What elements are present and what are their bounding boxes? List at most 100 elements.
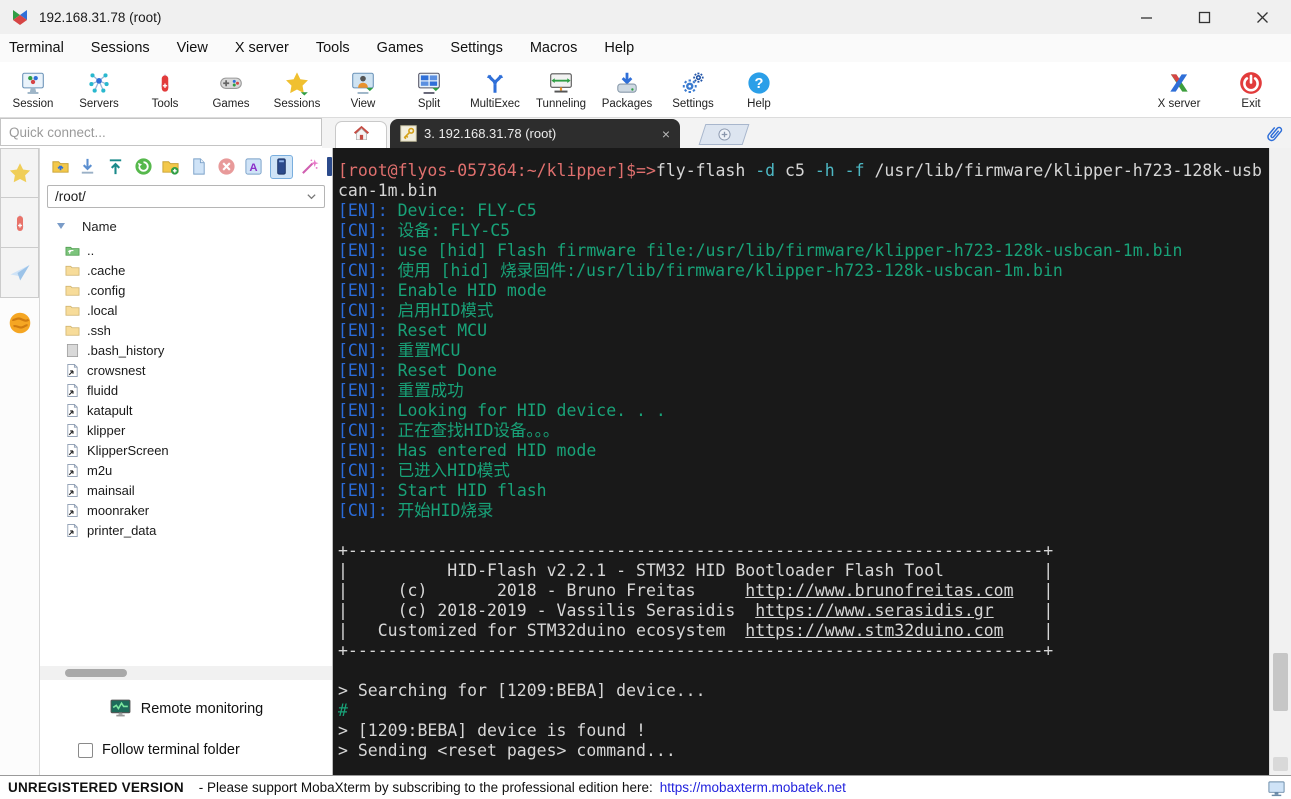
new-tab-button[interactable] (698, 124, 750, 145)
file-row[interactable]: .local (40, 300, 332, 320)
download-icon[interactable] (77, 155, 100, 179)
scrollbar-thumb[interactable] (65, 669, 127, 677)
file-row[interactable]: klipper (40, 420, 332, 440)
terminal-text: +---------------------------------------… (338, 541, 1054, 560)
file-name: .bash_history (87, 342, 165, 358)
strip-sessions-button[interactable] (0, 148, 39, 198)
file-row[interactable]: .cache (40, 260, 332, 280)
file-row[interactable]: .ssh (40, 320, 332, 340)
new-file-icon[interactable] (187, 155, 210, 179)
current-path: /root/ (55, 189, 86, 204)
file-row[interactable]: .config (40, 280, 332, 300)
menu-help[interactable]: Help (604, 40, 634, 56)
toolbar-multiexec-button[interactable]: MultiExec (462, 62, 528, 117)
refresh-icon[interactable] (132, 155, 155, 179)
toolbar-sessions-button[interactable]: Sessions (264, 62, 330, 117)
terminal-text: > Sending <reset pages> command... (338, 741, 676, 760)
remote-monitoring-button[interactable]: Remote monitoring (40, 697, 332, 720)
toolbar-servers-button[interactable]: Servers (66, 62, 132, 117)
tab-close-icon[interactable]: × (662, 127, 670, 141)
path-dropdown[interactable]: /root/ (47, 185, 325, 208)
terminal-line: [EN]: Enable HID mode (338, 281, 1269, 301)
terminal-link[interactable]: https://www.stm32duino.com (745, 621, 1003, 640)
terminal-link[interactable]: https://www.serasidis.gr (755, 601, 993, 620)
toolbar-session-button[interactable]: Session (0, 62, 66, 117)
menu-tools[interactable]: Tools (316, 40, 350, 56)
terminal-follow-icon[interactable] (270, 154, 293, 179)
terminal-link[interactable]: http://www.brunofreitas.com (745, 581, 1013, 600)
strip-globe-button[interactable] (0, 310, 39, 336)
toolbar-x-server-button[interactable]: X server (1143, 62, 1215, 117)
minimize-button[interactable] (1117, 0, 1175, 34)
unregistered-version-label: UNREGISTERED VERSION (8, 780, 184, 795)
toolbar-view-button[interactable]: View (330, 62, 396, 117)
toolbar-exit-button[interactable]: Exit (1215, 62, 1287, 117)
menu-sessions[interactable]: Sessions (91, 40, 150, 56)
rename-icon[interactable]: A (242, 155, 265, 179)
sidebar-horizontal-scrollbar[interactable] (40, 666, 332, 680)
quick-connect-input[interactable] (0, 118, 322, 146)
follow-terminal-folder-option[interactable]: Follow terminal folder (78, 742, 240, 758)
terminal-text: [CN]: (338, 341, 398, 360)
terminal-text: [EN]: (338, 361, 398, 380)
file-row[interactable]: printer_data (40, 520, 332, 540)
file-row[interactable]: mainsail (40, 480, 332, 500)
toolbar-packages-button[interactable]: Packages (594, 62, 660, 117)
terminal-scrollbar[interactable] (1269, 148, 1291, 775)
mobatek-link[interactable]: https://mobaxterm.mobatek.net (660, 780, 846, 795)
menu-games[interactable]: Games (377, 40, 424, 56)
menu-macros[interactable]: Macros (530, 40, 578, 56)
multiexec-icon (482, 70, 508, 96)
toolbar-label: Settings (672, 97, 714, 110)
upload-icon[interactable] (104, 155, 127, 179)
terminal-line: [EN]: 重置成功 (338, 381, 1269, 401)
file-row[interactable]: moonraker (40, 500, 332, 520)
close-button[interactable] (1233, 0, 1291, 34)
toolbar-tunneling-button[interactable]: Tunneling (528, 62, 594, 117)
toolbar-settings-button[interactable]: Settings (660, 62, 726, 117)
maximize-button[interactable] (1175, 0, 1233, 34)
terminal-scrollbar-bottom[interactable] (1273, 757, 1288, 771)
new-folder-icon[interactable] (160, 155, 183, 179)
file-row[interactable]: .bash_history (40, 340, 332, 360)
strip-macros-button[interactable] (0, 248, 39, 298)
terminal-text: 设备: FLY-C5 (397, 221, 511, 240)
terminal-scrollbar-thumb[interactable] (1273, 653, 1288, 711)
terminal-text: Has entered HID mode (397, 441, 597, 460)
side-activity-strip (0, 148, 40, 775)
follow-terminal-folder-checkbox[interactable] (78, 742, 93, 758)
file-row[interactable]: katapult (40, 400, 332, 420)
menu-settings[interactable]: Settings (450, 40, 502, 56)
attachment-paperclip-icon[interactable] (1263, 123, 1285, 145)
toolbar-split-button[interactable]: Split (396, 62, 462, 117)
window-controls (1117, 0, 1291, 34)
delete-icon[interactable] (215, 155, 238, 179)
file-row[interactable]: crowsnest (40, 360, 332, 380)
terminal-text: Device: FLY-C5 (397, 201, 537, 220)
menu-view[interactable]: View (177, 40, 208, 56)
toolbar-games-button[interactable]: Games (198, 62, 264, 117)
toolbar-tools-button[interactable]: Tools (132, 62, 198, 117)
file-row[interactable]: m2u (40, 460, 332, 480)
terminal-screen[interactable]: [root@flyos-057364:~/klipper]$=>fly-flas… (333, 148, 1269, 775)
toolbar-help-button[interactable]: ? Help (726, 62, 792, 117)
terminal-text: [EN]: (338, 441, 398, 460)
folder-icon (65, 263, 80, 278)
terminal-line: [CN]: 已进入HID模式 (338, 461, 1269, 481)
file-row[interactable]: KlipperScreen (40, 440, 332, 460)
file-row[interactable]: .. (40, 240, 332, 260)
strip-tools-button[interactable] (0, 198, 39, 248)
games-icon (218, 70, 244, 96)
tab-home[interactable] (335, 121, 387, 148)
terminal-text: | (993, 601, 1054, 620)
file-list-header[interactable]: Name (40, 216, 332, 236)
file-row[interactable]: fluidd (40, 380, 332, 400)
menu-terminal[interactable]: Terminal (9, 40, 64, 56)
parent-dir-icon[interactable] (49, 155, 72, 179)
tab-session-active[interactable]: 3. 192.168.31.78 (root) × (390, 119, 680, 148)
terminal-line: [EN]: Device: FLY-C5 (338, 201, 1269, 221)
wand-icon[interactable] (298, 155, 321, 179)
terminal-line: [EN]: Reset Done (338, 361, 1269, 381)
menu-x-server[interactable]: X server (235, 40, 289, 56)
